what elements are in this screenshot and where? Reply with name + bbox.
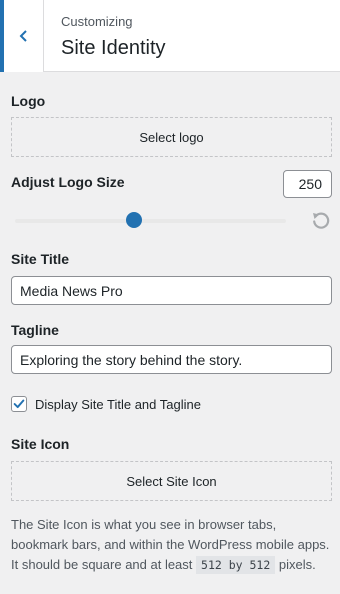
site-icon-description: The Site Icon is what you see in browser… — [11, 515, 336, 575]
logo-label: Logo — [11, 93, 46, 109]
logo-size-label: Adjust Logo Size — [11, 174, 125, 190]
chevron-left-icon — [19, 30, 27, 42]
logo-size-slider-thumb[interactable] — [126, 212, 143, 228]
site-title-label: Site Title — [11, 251, 70, 267]
tagline-input[interactable]: Exploring the story behind the story. — [11, 345, 332, 374]
reset-icon[interactable] — [311, 210, 331, 230]
checkmark-icon — [13, 399, 25, 409]
page-title: Site Identity — [61, 37, 166, 59]
logo-size-slider-track[interactable] — [15, 219, 286, 223]
display-title-tagline-checkbox[interactable] — [11, 396, 27, 412]
site-icon-label: Site Icon — [11, 436, 70, 452]
customizer-header: Customizing Site Identity — [0, 0, 340, 72]
select-logo-button[interactable]: Select logo — [11, 117, 332, 157]
icon-size-code: 512 by 512 — [196, 556, 276, 574]
logo-size-input[interactable]: 250 — [283, 170, 332, 198]
display-title-tagline-label[interactable]: Display Site Title and Tagline — [35, 397, 201, 412]
header-eyebrow: Customizing — [61, 14, 133, 29]
description-text-end: pixels. — [275, 557, 316, 572]
back-button[interactable] — [0, 0, 44, 72]
select-site-icon-button[interactable]: Select Site Icon — [11, 461, 332, 501]
site-title-input[interactable]: Media News Pro — [11, 276, 332, 305]
tagline-label: Tagline — [11, 322, 59, 338]
